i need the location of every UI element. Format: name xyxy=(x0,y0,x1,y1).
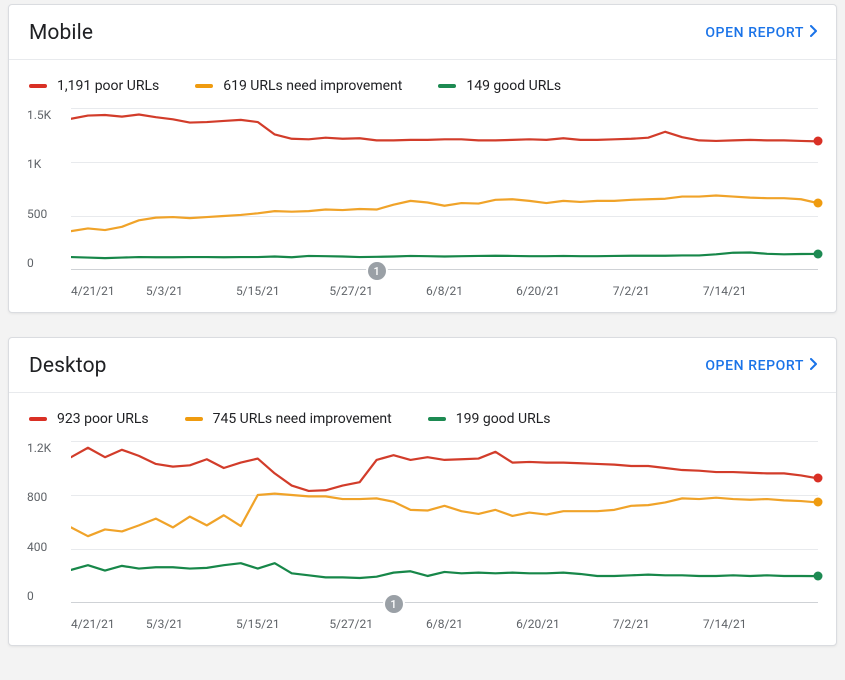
legend-label-need: 745 URLs need improvement xyxy=(213,411,392,427)
legend-swatch-need xyxy=(185,417,203,421)
x-tick: 5/27/21 xyxy=(329,617,373,631)
legend-good: 199 good URLs xyxy=(428,411,551,427)
series-end-dot xyxy=(814,498,823,507)
series-end-dot xyxy=(814,474,823,483)
legend-label-poor: 1,191 poor URLs xyxy=(57,78,159,94)
legend-label-good: 149 good URLs xyxy=(466,78,561,94)
chevron-right-icon xyxy=(810,358,818,374)
legend-swatch-need xyxy=(195,84,213,88)
legend-need-improvement: 745 URLs need improvement xyxy=(185,411,392,427)
baseline xyxy=(71,269,818,270)
mobile-open-report-button[interactable]: OPEN REPORT xyxy=(705,25,818,41)
series-lines xyxy=(71,108,818,270)
plot-area: 1 xyxy=(71,108,818,270)
series-end-dot xyxy=(814,137,823,146)
chevron-right-icon xyxy=(810,25,818,41)
desktop-open-report-button[interactable]: OPEN REPORT xyxy=(705,358,818,374)
x-tick: 7/2/21 xyxy=(613,284,650,298)
plot-area: 1 xyxy=(71,441,818,603)
x-tick: 6/20/21 xyxy=(516,617,560,631)
mobile-card: Mobile OPEN REPORT 1,191 poor URLs 619 U… xyxy=(8,4,837,313)
open-report-label: OPEN REPORT xyxy=(705,25,804,41)
legend-label-need: 619 URLs need improvement xyxy=(223,78,402,94)
x-tick: 4/21/21 xyxy=(71,617,115,631)
desktop-card-title: Desktop xyxy=(29,354,107,378)
legend-label-good: 199 good URLs xyxy=(456,411,551,427)
x-axis-ticks: 4/21/21 5/3/21 5/15/21 5/27/21 6/8/21 6/20/21… xyxy=(71,611,818,631)
x-axis-ticks: 4/21/21 5/3/21 5/15/21 5/27/21 6/8/21 6/20/21… xyxy=(71,278,818,298)
y-axis-ticks: 1.2K 800 400 0 xyxy=(27,441,67,603)
legend-poor: 1,191 poor URLs xyxy=(29,78,159,94)
legend-swatch-poor xyxy=(29,84,47,88)
x-tick: 5/27/21 xyxy=(329,284,373,298)
y-tick: 500 xyxy=(27,207,67,221)
desktop-chart: 1.2K 800 400 0 1 4/21/21 5/3/21 5/15/21 5/2… xyxy=(27,441,820,631)
legend-need-improvement: 619 URLs need improvement xyxy=(195,78,402,94)
legend-label-poor: 923 poor URLs xyxy=(57,411,149,427)
desktop-card: Desktop OPEN REPORT 923 poor URLs 745 UR… xyxy=(8,337,837,646)
y-tick: 0 xyxy=(27,256,67,270)
y-tick: 1.5K xyxy=(27,108,67,122)
mobile-chart: 1.5K 1K 500 0 1 4/21/21 5/3/21 5/15/21 5/27… xyxy=(27,108,820,298)
y-axis-ticks: 1.5K 1K 500 0 xyxy=(27,108,67,270)
legend-swatch-good xyxy=(438,84,456,88)
series-lines xyxy=(71,441,818,603)
desktop-card-header: Desktop OPEN REPORT xyxy=(27,350,820,392)
series-end-dot xyxy=(814,572,823,581)
y-tick: 400 xyxy=(27,540,67,554)
mobile-card-header: Mobile OPEN REPORT xyxy=(27,17,820,59)
y-tick: 800 xyxy=(27,490,67,504)
x-tick: 5/3/21 xyxy=(146,617,183,631)
x-tick: 7/2/21 xyxy=(613,617,650,631)
x-tick: 6/20/21 xyxy=(516,284,560,298)
y-tick: 1K xyxy=(27,157,67,171)
x-tick: 6/8/21 xyxy=(426,617,463,631)
y-tick: 0 xyxy=(27,589,67,603)
legend-poor: 923 poor URLs xyxy=(29,411,149,427)
x-tick: 5/15/21 xyxy=(236,617,280,631)
open-report-label: OPEN REPORT xyxy=(705,358,804,374)
legend-good: 149 good URLs xyxy=(438,78,561,94)
x-tick: 7/14/21 xyxy=(703,617,747,631)
series-end-dot xyxy=(814,199,823,208)
desktop-legend: 923 poor URLs 745 URLs need improvement … xyxy=(27,393,820,437)
mobile-card-title: Mobile xyxy=(29,21,93,45)
series-end-dot xyxy=(814,249,823,258)
legend-swatch-poor xyxy=(29,417,47,421)
y-tick: 1.2K xyxy=(27,441,67,455)
baseline xyxy=(71,602,818,603)
x-tick: 6/8/21 xyxy=(426,284,463,298)
x-tick: 4/21/21 xyxy=(71,284,115,298)
x-tick: 5/3/21 xyxy=(146,284,183,298)
legend-swatch-good xyxy=(428,417,446,421)
mobile-legend: 1,191 poor URLs 619 URLs need improvemen… xyxy=(27,60,820,104)
x-tick: 5/15/21 xyxy=(236,284,280,298)
x-tick: 7/14/21 xyxy=(703,284,747,298)
